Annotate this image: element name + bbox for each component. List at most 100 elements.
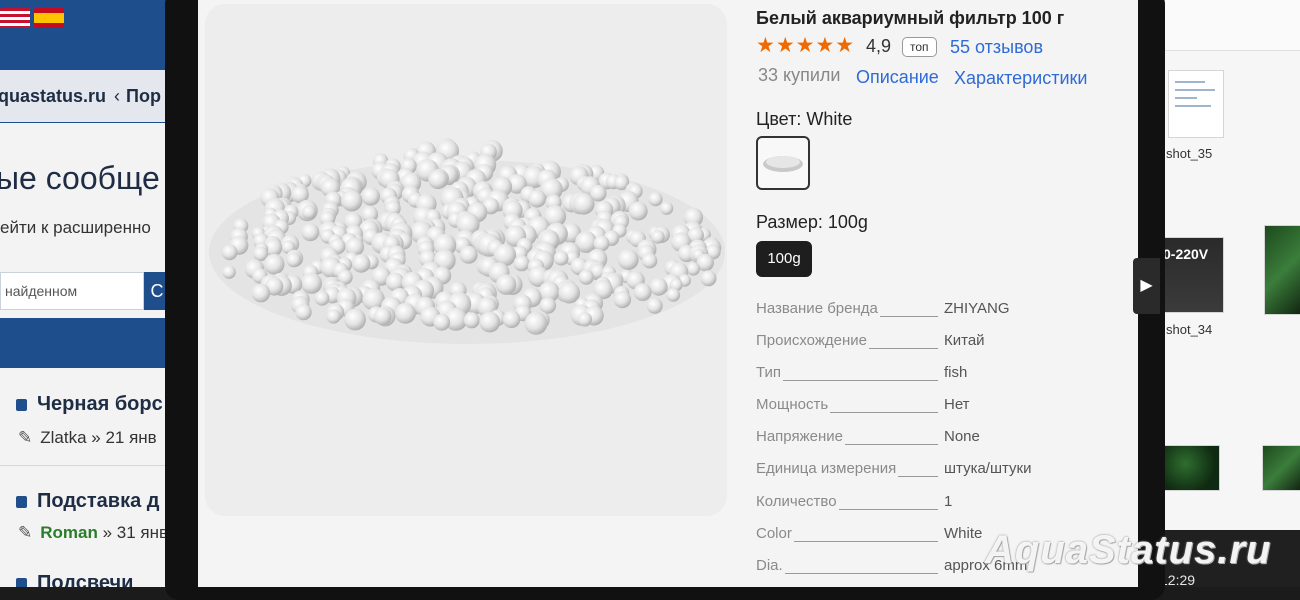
file-thumbnail[interactable]: 0-220V (1160, 237, 1224, 313)
product-info-panel: Белый аквариумный фильтр 100 г ★★★★★ 4,9… (756, 0, 1136, 587)
filter-bead (578, 269, 594, 285)
spec-row: Происхождение Китай (756, 332, 1136, 354)
filter-bead (302, 205, 316, 220)
filter-bead (221, 244, 238, 261)
topic-date: » 31 янв (97, 523, 169, 542)
topic-date: » 21 янв (86, 428, 157, 447)
spec-key: Название бренда (756, 300, 880, 317)
filter-bead (222, 265, 236, 279)
file-name[interactable]: shot_34 (1166, 322, 1212, 337)
color-swatch-white[interactable] (756, 136, 810, 190)
filter-bead (373, 307, 392, 326)
spec-key: Происхождение (756, 332, 869, 349)
filter-bead (666, 288, 681, 302)
filter-bead (428, 169, 448, 190)
topic-title-link[interactable]: Подставка д (16, 490, 159, 513)
file-thumbnail[interactable] (1162, 445, 1220, 491)
filter-bead (528, 189, 546, 208)
spec-value: штука/штуки (944, 460, 1032, 477)
spec-key: Единица измерения (756, 460, 899, 477)
spec-key: Dia. (756, 557, 785, 574)
file-thumbnail[interactable] (1168, 70, 1224, 138)
filter-bead (502, 310, 521, 329)
topic-title-link[interactable]: Подсвечи (16, 572, 133, 587)
breadcrumb-site-link[interactable]: quastatus.ru (0, 86, 106, 107)
spec-row: Тип fish (756, 364, 1136, 386)
filter-bead (524, 312, 548, 335)
description-link[interactable]: Описание (856, 67, 939, 88)
size-option-100g[interactable]: 100g (756, 241, 812, 277)
filter-bead (539, 297, 557, 314)
background-file-window: shot_35 0-220V shot_34 (1160, 0, 1300, 587)
filter-bead (463, 312, 480, 329)
topic-meta: ✎ Roman » 31 янв (18, 523, 168, 543)
file-thumbnail[interactable] (1262, 445, 1300, 491)
advanced-search-link[interactable]: ейти к расширенно (0, 218, 151, 238)
filter-bead (301, 272, 322, 294)
filter-bead (326, 309, 341, 324)
file-name[interactable]: shot_35 (1166, 146, 1212, 161)
filter-bead (646, 297, 663, 314)
spec-row: Название бренда ZHIYANG (756, 300, 1136, 322)
filter-bead (633, 283, 652, 301)
breadcrumb-separator: ‹ (114, 85, 121, 106)
file-thumbnail[interactable] (1264, 225, 1300, 315)
color-label: Цвет: White (756, 109, 853, 129)
filter-bead (263, 253, 285, 275)
filter-beads-image (209, 138, 725, 344)
spanish-flag-icon[interactable] (34, 8, 64, 28)
specifications-link[interactable]: Характеристики (954, 68, 1087, 89)
reviews-link[interactable]: 55 отзывов (950, 37, 1043, 58)
forum-section-band (0, 318, 170, 368)
spec-key: Мощность (756, 396, 831, 413)
spec-value: Китай (944, 332, 985, 349)
filter-bead (251, 283, 271, 303)
attachment-icon: ✎ (18, 523, 33, 542)
spec-value: Нет (944, 396, 970, 413)
topic-author-link[interactable]: Roman (40, 523, 98, 542)
swatch-thumbnail-icon (763, 156, 803, 172)
product-title: Белый аквариумный фильтр 100 г (756, 8, 1065, 28)
filter-bead (686, 262, 700, 276)
background-forum-page: quastatus.ru ‹ Пор ые сообще ейти к расш… (0, 0, 170, 587)
size-label: Размер: 100g (756, 212, 868, 232)
expand-arrow-icon[interactable]: ▶ (1133, 258, 1160, 314)
filter-bead (351, 254, 371, 273)
spec-value: White (944, 525, 983, 542)
spec-key: Тип (756, 364, 784, 381)
filter-bead (433, 313, 451, 331)
filter-bead (295, 303, 312, 321)
filter-bead (649, 277, 668, 296)
top-badge: топ (902, 37, 937, 57)
filter-bead (660, 201, 674, 215)
spec-row: Напряжение None (756, 428, 1136, 450)
topic-author-link[interactable]: Zlatka (40, 428, 86, 447)
filter-bead (341, 190, 363, 212)
english-flag-icon[interactable] (0, 8, 30, 28)
filter-bead (577, 312, 592, 327)
filter-bead (314, 290, 330, 306)
spec-leader (756, 380, 938, 381)
search-input[interactable]: найденном (0, 272, 144, 310)
filter-bead (553, 250, 569, 266)
product-image[interactable] (205, 4, 727, 516)
thumbnail-caption: 0-220V (1163, 246, 1209, 262)
spec-row: Единица измерения штука/штуки (756, 460, 1136, 482)
purchase-count: 33 купили (758, 65, 841, 85)
spec-value: None (944, 428, 980, 445)
filter-bead (648, 192, 663, 207)
topic-title-link[interactable]: Черная борс (16, 393, 163, 416)
page-heading: ые сообще (0, 160, 160, 196)
rating-value: 4,9 (866, 36, 892, 56)
filter-bead (513, 255, 530, 272)
language-flags (0, 8, 64, 28)
breadcrumb-next-link[interactable]: Пор (126, 86, 161, 107)
watermark: AquaStatus.ru (985, 528, 1272, 572)
filter-bead (573, 193, 595, 215)
attachment-icon: ✎ (18, 428, 33, 447)
filter-bead (651, 230, 665, 244)
filter-bead (344, 308, 366, 331)
topic-meta: ✎ Zlatka » 21 янв (18, 428, 157, 448)
filter-bead (301, 223, 320, 242)
breadcrumb: quastatus.ru ‹ Пор (0, 70, 170, 122)
